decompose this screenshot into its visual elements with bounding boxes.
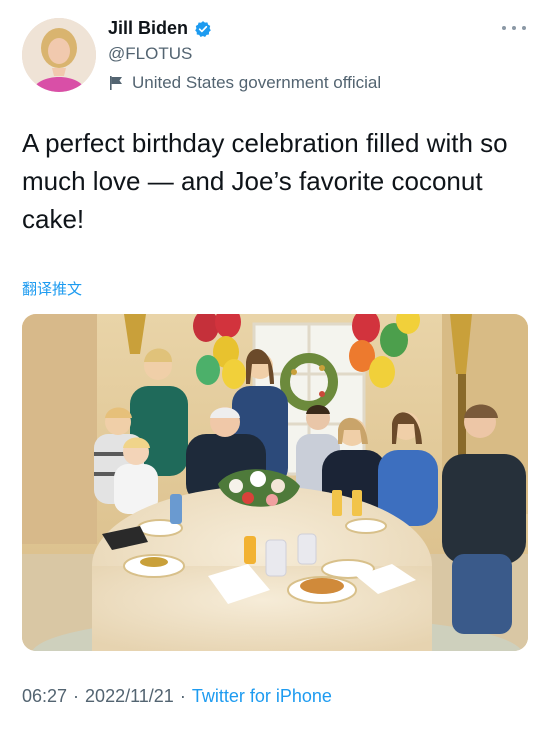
tweet-date[interactable]: 2022/11/21 bbox=[85, 686, 174, 707]
separator-dot: · bbox=[179, 686, 186, 706]
tweet-time[interactable]: 06:27 bbox=[22, 686, 67, 707]
government-label-text: United States government official bbox=[132, 73, 382, 92]
avatar[interactable] bbox=[22, 18, 96, 92]
birthday-party-photo bbox=[22, 314, 528, 651]
avatar-image bbox=[22, 18, 96, 92]
tweet-header: Jill Biden @FLOTUS United States governm… bbox=[22, 18, 530, 96]
verified-badge-icon bbox=[195, 20, 211, 37]
tweet-photo[interactable] bbox=[22, 314, 528, 651]
translate-tweet-link[interactable]: 翻译推文 bbox=[22, 278, 82, 299]
author-name[interactable]: Jill Biden bbox=[108, 18, 188, 39]
name-row: Jill Biden bbox=[108, 18, 212, 39]
tweet-text: A perfect birthday celebration filled wi… bbox=[22, 128, 508, 234]
more-options-icon[interactable] bbox=[502, 18, 526, 38]
tweet-meta: 06:27 · 2022/11/21 · Twitter for iPhone bbox=[22, 686, 332, 707]
author-handle[interactable]: @FLOTUS bbox=[108, 44, 192, 64]
tweet-source[interactable]: Twitter for iPhone bbox=[192, 686, 332, 707]
government-label[interactable]: United States government official bbox=[108, 73, 381, 93]
flag-icon bbox=[110, 76, 122, 90]
separator-dot: · bbox=[73, 686, 80, 706]
